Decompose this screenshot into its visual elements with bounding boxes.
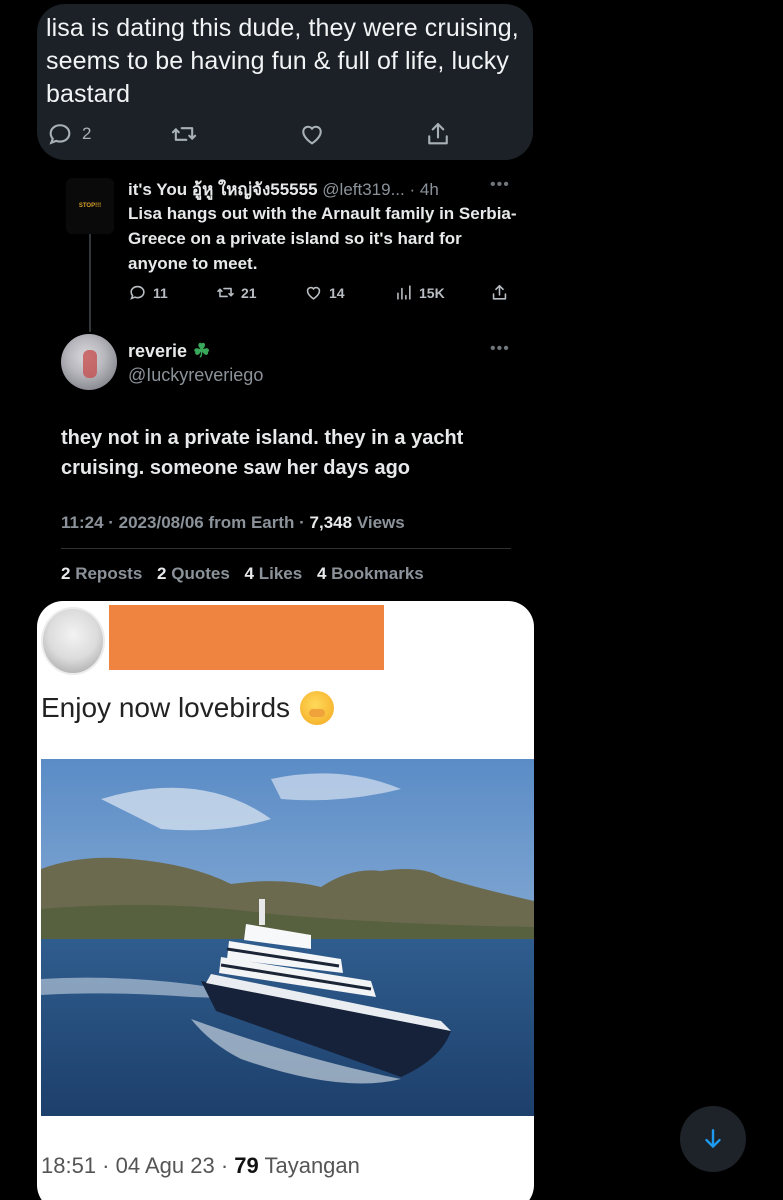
reply-display-name[interactable]: it's You อู้หู ใหญ่จัง55555 <box>128 180 318 199</box>
card-timestamp: 18:51 · 04 Agu 23 · <box>41 1153 229 1178</box>
more-icon[interactable]: ••• <box>490 176 510 194</box>
reposts-label: Reposts <box>75 564 143 583</box>
card-views-label: Tayangan <box>264 1153 360 1178</box>
repost-icon <box>217 287 234 298</box>
redaction-box <box>109 605 384 670</box>
thread-line <box>89 232 91 332</box>
likes-num: 4 <box>244 564 254 583</box>
reposts-stat[interactable]: 2 Reposts <box>61 564 142 583</box>
reply-age: · 4h <box>409 180 439 199</box>
smirk-emoji-icon <box>300 691 335 725</box>
reply-reply-button[interactable]: 11 <box>128 283 168 302</box>
reply-like-count: 14 <box>329 284 345 301</box>
card-avatar <box>41 607 105 675</box>
main-timestamp[interactable]: 11:24 · 2023/08/06 from Earth · <box>61 513 305 532</box>
reply-repost-button[interactable]: 21 <box>216 283 257 302</box>
reposts-num: 2 <box>61 564 71 583</box>
reply-actions: 11 21 14 15K <box>128 283 518 305</box>
quotes-label: Quotes <box>171 564 230 583</box>
bubble-reply-count: 2 <box>82 124 92 143</box>
bubble-reply-button[interactable]: 2 <box>46 120 91 148</box>
share-icon <box>428 123 448 145</box>
bubble-actions: 2 <box>46 120 466 152</box>
quotes-stat[interactable]: 2 Quotes <box>157 564 230 583</box>
reply-views-count: 15K <box>419 284 445 301</box>
bubble-like-button[interactable] <box>298 120 326 148</box>
yacht-photo <box>41 759 534 1116</box>
main-body: they not in a private island. they in a … <box>61 427 464 479</box>
main-avatar[interactable] <box>61 334 117 390</box>
scroll-down-button[interactable] <box>680 1106 746 1172</box>
repost-icon <box>171 127 197 141</box>
card-meta: 18:51 · 04 Agu 23 · 79 Tayangan <box>41 1153 360 1179</box>
bubble-repost-button[interactable] <box>170 120 198 148</box>
arrow-down-icon <box>705 1129 721 1148</box>
views-icon <box>397 285 411 300</box>
bookmarks-label: Bookmarks <box>331 564 424 583</box>
divider <box>61 548 511 549</box>
heart-icon <box>302 125 322 145</box>
main-display-name[interactable]: reverie ☘ <box>128 340 210 363</box>
reply-like-button[interactable]: 14 <box>304 283 345 302</box>
reply-views-button[interactable]: 15K <box>394 283 445 302</box>
card-caption: Enjoy now lovebirds <box>41 691 335 725</box>
bookmarks-stat[interactable]: 4 Bookmarks <box>317 564 424 583</box>
reply-icon <box>49 124 71 145</box>
quotes-num: 2 <box>157 564 167 583</box>
likes-label: Likes <box>258 564 303 583</box>
engagement-stats: 2 Reposts 2 Quotes 4 Likes 4 Bookmarks <box>61 564 424 584</box>
screenshot-card[interactable]: Enjoy now lovebirds 18:51 · 04 Agu 23 · … <box>37 601 534 1200</box>
main-views-label: Views <box>356 513 405 532</box>
main-handle[interactable]: @Iuckyreveriego <box>128 365 263 386</box>
avatar-text: STOP!!! <box>78 203 102 209</box>
more-icon[interactable]: ••• <box>490 340 510 358</box>
reply-reply-count: 11 <box>153 284 168 301</box>
reply-repost-count: 21 <box>241 284 257 301</box>
reply-header: it's You อู้หู ใหญ่จัง55555 @left319... … <box>128 176 439 203</box>
reply-share-button[interactable] <box>490 283 509 302</box>
main-name-text: reverie <box>128 341 188 361</box>
bubble-text: lisa is dating this dude, they were crui… <box>46 14 519 108</box>
bubble-share-button[interactable] <box>424 120 452 148</box>
reply-avatar[interactable]: STOP!!! <box>66 178 114 234</box>
share-icon <box>492 284 507 300</box>
reply-icon <box>130 285 145 300</box>
main-meta: 11:24 · 2023/08/06 from Earth · 7,348 Vi… <box>61 513 405 533</box>
likes-stat[interactable]: 4 Likes <box>245 564 303 583</box>
bookmarks-num: 4 <box>316 564 327 583</box>
card-caption-text: Enjoy now lovebirds <box>41 692 291 723</box>
clover-icon: ☘ <box>193 341 211 362</box>
card-views-num: 79 <box>234 1153 259 1178</box>
reply-handle[interactable]: @left319... <box>322 180 404 199</box>
heart-icon <box>306 286 321 300</box>
reply-body: Lisa hangs out with the Arnault family i… <box>128 204 517 273</box>
main-views-count: 7,348 <box>309 513 353 532</box>
